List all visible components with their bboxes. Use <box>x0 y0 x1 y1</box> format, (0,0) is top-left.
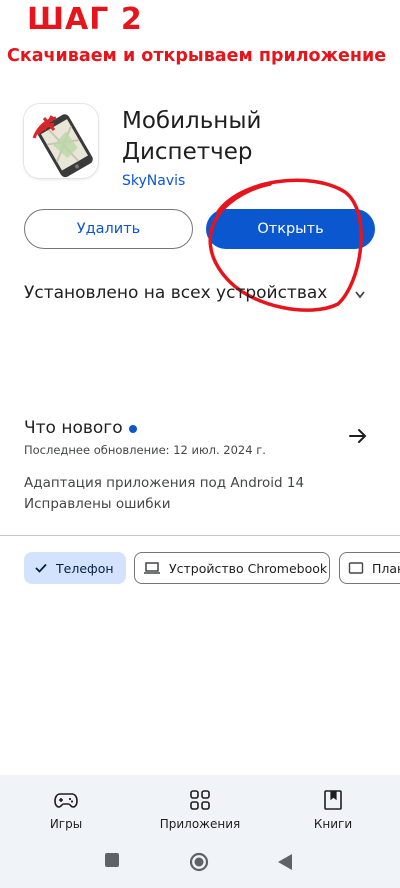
device-chip-chromebook[interactable]: Устройство Chromebook <box>134 552 330 584</box>
nav-item-games[interactable]: Игры <box>16 789 116 831</box>
laptop-icon <box>144 562 160 574</box>
nav-label: Игры <box>49 817 83 831</box>
book-icon <box>324 790 342 810</box>
phone-map-icon <box>24 104 98 178</box>
last-updated-text: Последнее обновление: 12 июл. 2024 г. <box>24 443 266 457</box>
nav-label: Книги <box>313 817 353 831</box>
chevron-down-icon[interactable] <box>354 290 366 300</box>
installed-status[interactable]: Установлено на всех устройствах <box>24 283 327 303</box>
chip-label: Телефон <box>56 560 114 576</box>
nav-label: Приложения <box>159 817 241 831</box>
app-title-line-2: Диспетчер <box>122 139 253 165</box>
app-title: Мобильный Диспетчер <box>122 106 261 168</box>
check-icon <box>35 563 47 573</box>
app-title-line-1: Мобильный <box>122 108 262 134</box>
new-indicator-dot <box>129 425 137 433</box>
gamepad-icon <box>54 793 78 808</box>
chip-label: Планшет <box>372 560 400 576</box>
recent-apps-button-icon[interactable] <box>104 852 120 868</box>
nav-item-apps[interactable]: Приложения <box>150 789 250 831</box>
arrow-right-icon[interactable] <box>346 424 370 448</box>
apps-grid-icon <box>190 790 210 810</box>
chip-label: Устройство Chromebook <box>169 560 328 576</box>
nav-item-books[interactable]: Книги <box>283 789 383 831</box>
uninstall-button[interactable]: Удалить <box>24 209 193 249</box>
device-chip-tablet[interactable]: Планшет <box>339 552 400 584</box>
step-title: ШАГ 2 <box>27 2 143 37</box>
device-chip-phone[interactable]: Телефон <box>24 552 126 584</box>
home-button-icon[interactable] <box>189 852 209 872</box>
release-note-item: Адаптация приложения под Android 14 <box>24 475 305 491</box>
developer-link[interactable]: SkyNavis <box>122 173 185 189</box>
app-icon <box>24 104 98 178</box>
divider <box>0 535 400 536</box>
back-button-icon[interactable] <box>277 853 293 871</box>
release-note-item: Исправлены ошибки <box>24 496 171 512</box>
step-subtitle: Скачиваем и открываем приложение <box>7 46 387 66</box>
tablet-icon <box>348 562 364 574</box>
whats-new-title[interactable]: Что нового <box>24 418 123 438</box>
